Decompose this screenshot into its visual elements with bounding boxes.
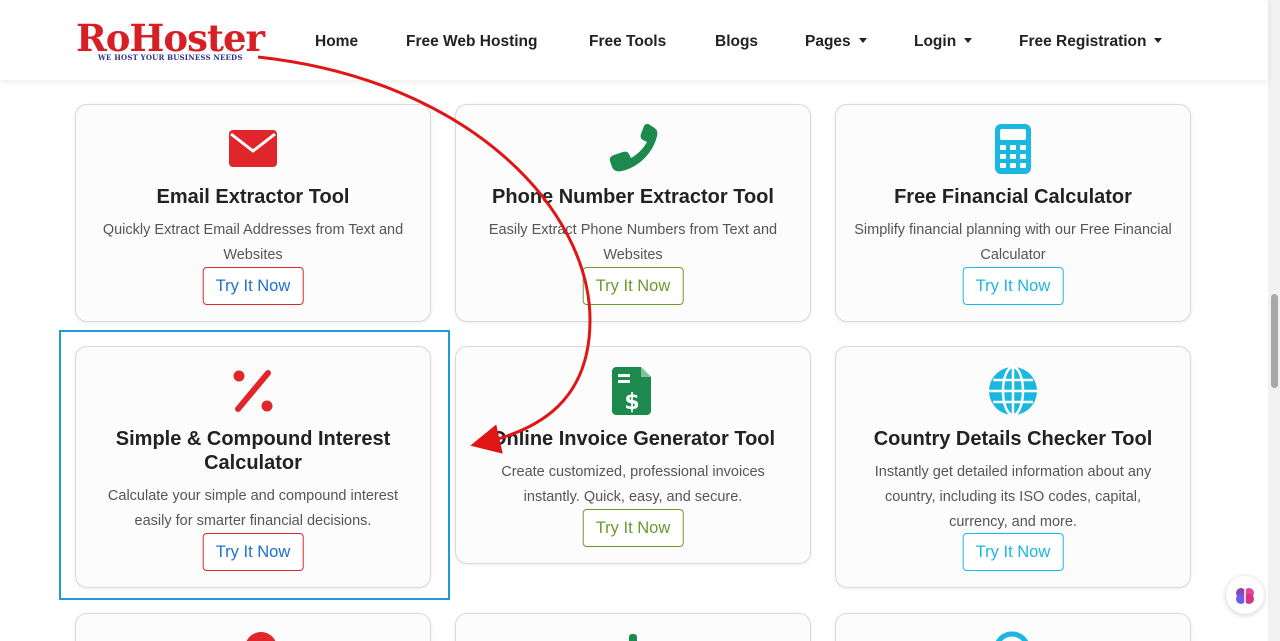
page-scrollbar[interactable] bbox=[1268, 0, 1280, 641]
card-title: Online Invoice Generator Tool bbox=[490, 428, 776, 450]
tool-card-partial bbox=[455, 613, 811, 641]
tool-card-phone-extractor: Phone Number Extractor Tool Easily Extra… bbox=[455, 104, 811, 322]
svg-text:$: $ bbox=[624, 390, 639, 415]
tool-card-partial bbox=[75, 613, 431, 641]
try-it-now-button[interactable]: Try It Now bbox=[582, 267, 684, 305]
card-description: Simplify financial planning with our Fre… bbox=[854, 222, 1172, 263]
try-it-now-button[interactable]: Try It Now bbox=[962, 267, 1064, 305]
card-description: Calculate your simple and compound inter… bbox=[107, 488, 399, 529]
try-it-now-button[interactable]: Try It Now bbox=[582, 509, 684, 547]
card-title: Email Extractor Tool bbox=[156, 186, 350, 208]
phone-icon bbox=[609, 123, 658, 172]
try-it-now-button[interactable]: Try It Now bbox=[202, 533, 304, 571]
card-description: Create customized, professional invoices… bbox=[501, 464, 765, 505]
tool-card-interest-calculator: Simple & Compound Interest Calculator Ca… bbox=[75, 346, 431, 588]
globe-icon bbox=[989, 365, 1037, 417]
calculator-icon bbox=[995, 124, 1031, 174]
brain-icon bbox=[1236, 588, 1254, 604]
floating-assistant-button[interactable] bbox=[1226, 576, 1264, 614]
nav-free-web-hosting[interactable]: Free Web Hosting bbox=[406, 33, 537, 51]
try-it-now-button[interactable]: Try It Now bbox=[202, 267, 304, 305]
card-title: Country Details Checker Tool bbox=[873, 428, 1153, 450]
tool-card-country-checker: Country Details Checker Tool Instantly g… bbox=[835, 346, 1191, 588]
card-title: Simple & Compound Interest Calculator bbox=[115, 428, 391, 474]
scrollbar-thumb[interactable] bbox=[1271, 294, 1278, 388]
tool-card-partial bbox=[835, 613, 1191, 641]
invoice-icon: $ bbox=[612, 367, 651, 415]
card-title: Free Financial Calculator bbox=[894, 186, 1132, 208]
nav-home[interactable]: Home bbox=[315, 33, 358, 51]
nav-free-registration-dropdown[interactable]: Free Registration bbox=[1019, 33, 1163, 51]
envelope-icon bbox=[229, 130, 277, 167]
nav-login-dropdown[interactable]: Login bbox=[914, 33, 973, 51]
tool-card-email-extractor: Email Extractor Tool Quickly Extract Ema… bbox=[75, 104, 431, 322]
card-description: Easily Extract Phone Numbers from Text a… bbox=[488, 222, 778, 263]
percent-icon bbox=[233, 370, 273, 412]
card-description: Quickly Extract Email Addresses from Tex… bbox=[102, 222, 404, 263]
site-logo[interactable]: RoHoster WE HOST YOUR BUSINESS NEEDS bbox=[76, 18, 274, 64]
nav-blogs[interactable]: Blogs bbox=[715, 33, 758, 51]
partial-green-icon bbox=[629, 634, 637, 641]
nav-pages-dropdown[interactable]: Pages bbox=[805, 33, 867, 51]
logo-tagline: WE HOST YOUR BUSINESS NEEDS bbox=[98, 53, 243, 62]
caret-down-icon bbox=[858, 38, 867, 44]
partial-red-icon bbox=[246, 632, 276, 641]
caret-down-icon bbox=[1154, 38, 1163, 44]
card-title: Phone Number Extractor Tool bbox=[492, 186, 774, 208]
logo-brand: RoHoster bbox=[76, 16, 265, 60]
try-it-now-button[interactable]: Try It Now bbox=[962, 533, 1064, 571]
card-description: Instantly get detailed information about… bbox=[874, 464, 1152, 530]
partial-cyan-icon bbox=[995, 631, 1029, 641]
tool-card-financial-calculator: Free Financial Calculator Simplify finan… bbox=[835, 104, 1191, 322]
nav-free-tools[interactable]: Free Tools bbox=[589, 33, 666, 51]
tool-card-invoice-generator: $ Online Invoice Generator Tool Create c… bbox=[455, 346, 811, 564]
navbar: RoHoster WE HOST YOUR BUSINESS NEEDS Hom… bbox=[0, 0, 1268, 80]
caret-down-icon bbox=[964, 38, 973, 44]
